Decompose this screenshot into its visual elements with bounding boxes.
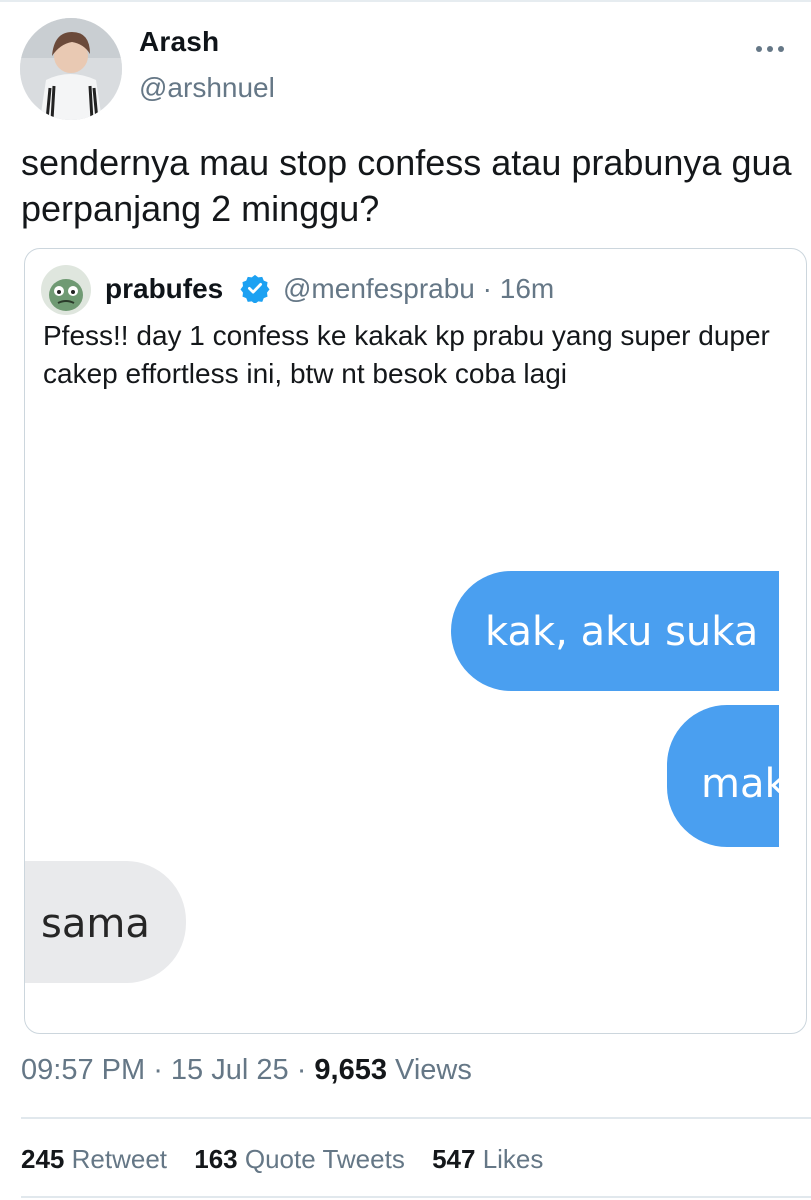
quote-tweets-stat[interactable]: 163 Quote Tweets (194, 1144, 412, 1174)
retweets-count: 245 (21, 1144, 65, 1174)
more-icon (778, 46, 784, 52)
quoted-time[interactable]: 16m (500, 273, 554, 304)
divider (21, 1196, 811, 1198)
tweet-time[interactable]: 09:57 PM (21, 1054, 145, 1086)
meta-separator: · (482, 273, 500, 304)
quote-tweets-label: Quote Tweets (244, 1144, 405, 1174)
likes-count: 547 (432, 1144, 476, 1174)
quoted-author-handle[interactable]: @menfesprabu (283, 273, 475, 304)
quoted-avatar[interactable] (41, 265, 91, 315)
quoted-author-name[interactable]: prabufes (105, 273, 223, 305)
chat-bubble-outgoing: kak, aku suka (451, 571, 779, 691)
engagement-stats: 245 Retweet 163 Quote Tweets 547 Likes (21, 1144, 563, 1175)
quoted-meta: @menfesprabu · 16m (283, 273, 554, 305)
author-avatar-image (20, 18, 122, 120)
retweets-stat[interactable]: 245 Retweet (21, 1144, 174, 1174)
verified-badge-icon (240, 274, 270, 303)
quoted-tweet-text: Pfess!! day 1 confess ke kakak kp prabu … (43, 320, 770, 389)
chat-bubble-outgoing: mak (667, 705, 779, 847)
divider (21, 1117, 811, 1119)
more-icon (767, 46, 773, 52)
retweets-label: Retweet (71, 1144, 168, 1174)
meta-separator: · (296, 1054, 315, 1086)
author-handle[interactable]: @arshnuel (139, 72, 275, 104)
likes-label: Likes (482, 1144, 544, 1174)
quote-tweets-count: 163 (194, 1144, 238, 1174)
more-options-button[interactable] (756, 38, 786, 58)
author-name[interactable]: Arash (139, 26, 219, 58)
quoted-tweet-card[interactable]: prabufes @menfesprabu · 16m Pfess!! day … (24, 248, 807, 1034)
author-avatar[interactable] (20, 18, 122, 120)
likes-stat[interactable]: 547 Likes (432, 1144, 543, 1174)
chat-bubble-incoming: sama (25, 861, 186, 983)
more-icon (756, 46, 762, 52)
tweet-timestamp: 09:57 PM · 15 Jul 25 · 9,653 Views (21, 1054, 472, 1087)
views-count: 9,653 (314, 1054, 387, 1086)
tweet-date[interactable]: 15 Jul 25 (171, 1054, 289, 1086)
quoted-avatar-image (41, 265, 91, 315)
top-divider (0, 0, 811, 2)
tweet-text: sendernya mau stop confess atau prabunya… (21, 142, 792, 229)
meta-separator: · (153, 1054, 171, 1086)
views-label: Views (395, 1054, 472, 1086)
